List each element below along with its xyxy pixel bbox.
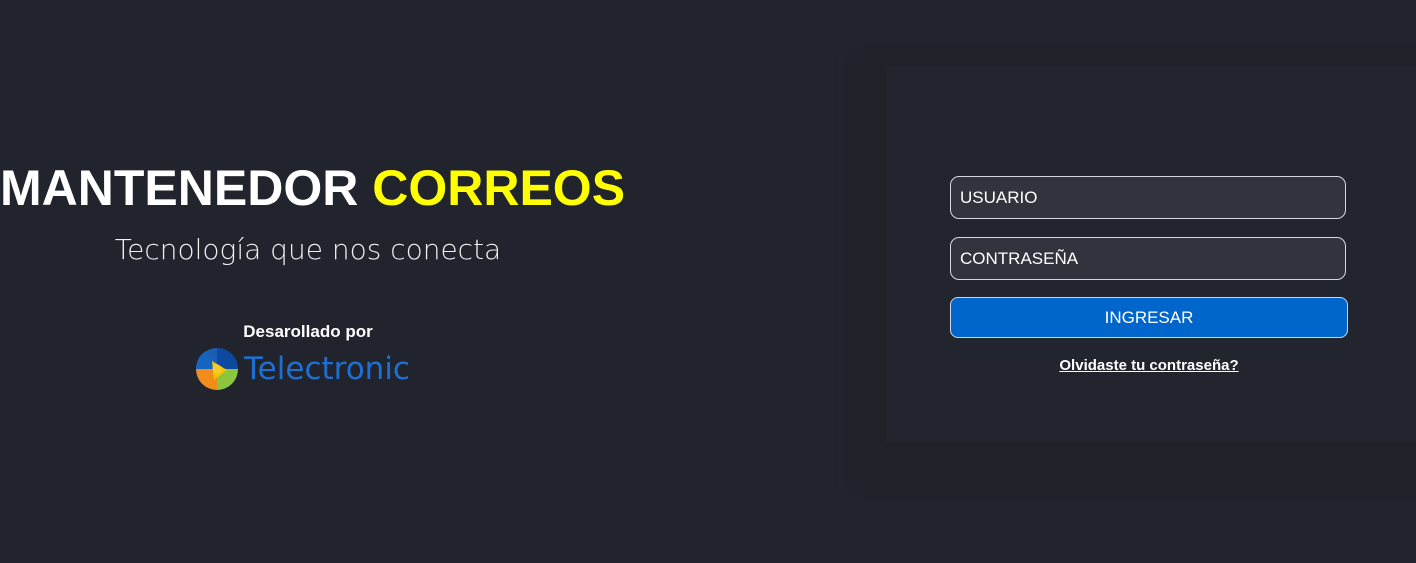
login-button[interactable]: INGRESAR (950, 297, 1348, 338)
brand-logo-group: Telectronic (0, 346, 616, 392)
forgot-password-link[interactable]: Olvidaste tu contraseña? (950, 357, 1348, 374)
hero-section: MANTENEDOR CORREOS Tecnología que nos co… (0, 150, 625, 392)
page-title: MANTENEDOR CORREOS (0, 150, 625, 226)
login-page: MANTENEDOR CORREOS Tecnología que nos co… (0, 0, 1416, 563)
title-word-correos: CORREOS (372, 160, 626, 216)
password-input[interactable] (950, 237, 1346, 280)
username-input[interactable] (950, 176, 1346, 219)
tagline: Tecnología que nos conecta (114, 233, 502, 266)
telectronic-logo-icon (196, 348, 239, 390)
title-word-mantenedor: MANTENEDOR (0, 160, 359, 216)
developed-by-label: Desarollado por (243, 322, 373, 341)
brand-name: Telectronic (244, 351, 410, 387)
